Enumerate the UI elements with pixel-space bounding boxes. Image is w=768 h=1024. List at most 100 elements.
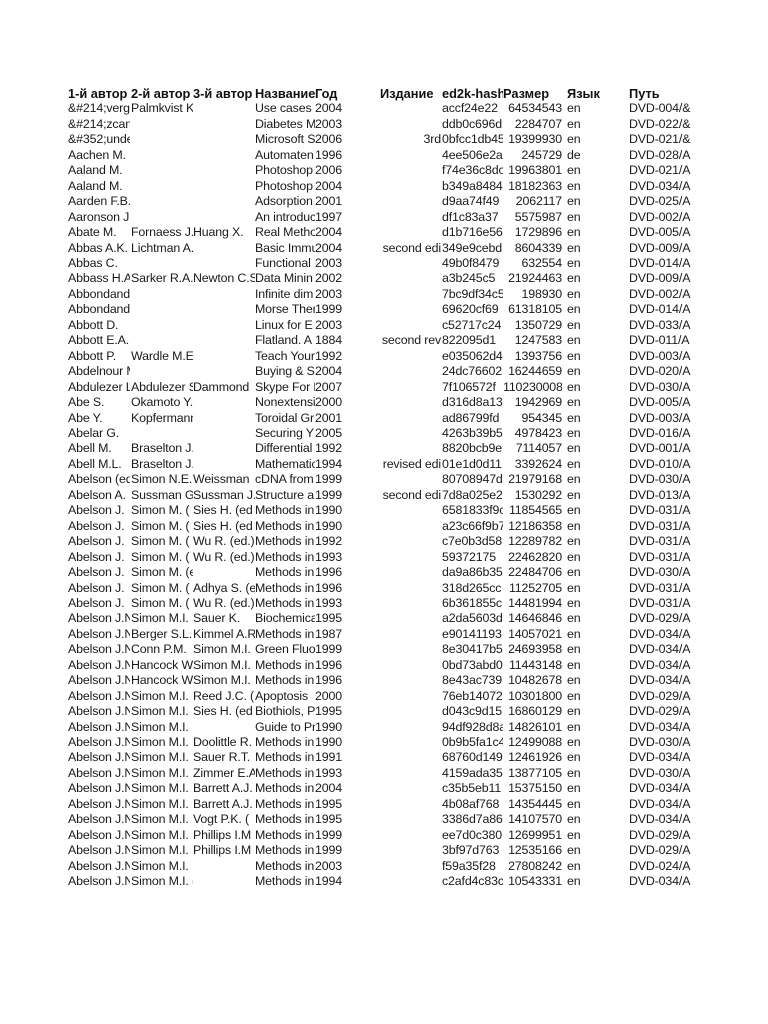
- cell-size[interactable]: 27808242: [503, 859, 562, 874]
- cell-author1[interactable]: Abelson J.: [68, 519, 130, 534]
- cell-edition[interactable]: [380, 256, 441, 271]
- cell-year[interactable]: 2006: [315, 132, 347, 147]
- cell-author1[interactable]: Abelson J.: [68, 565, 130, 580]
- cell-edition[interactable]: [380, 797, 441, 812]
- cell-author2[interactable]: Okamoto Y.: [131, 395, 193, 410]
- cell-size[interactable]: 15375150: [503, 781, 562, 796]
- cell-language[interactable]: en: [567, 302, 627, 317]
- cell-ed2k-hash[interactable]: 68760d149: [442, 750, 503, 765]
- cell-author1[interactable]: Abbondandolo A.: [68, 287, 130, 302]
- cell-edition[interactable]: [380, 673, 441, 688]
- cell-author2[interactable]: [131, 287, 193, 302]
- cell-path[interactable]: DVD-033/A: [629, 318, 693, 333]
- cell-author3[interactable]: [193, 395, 255, 410]
- cell-size[interactable]: 10543331: [503, 874, 562, 889]
- cell-year[interactable]: 1993: [315, 596, 347, 611]
- cell-edition[interactable]: [380, 766, 441, 781]
- cell-title[interactable]: Real Metho: [255, 225, 315, 240]
- cell-year[interactable]: 1994: [315, 457, 347, 472]
- cell-edition[interactable]: 3rd: [380, 132, 441, 147]
- cell-title[interactable]: Biothiols, P: [255, 704, 315, 719]
- cell-size[interactable]: 14057021: [503, 627, 562, 642]
- cell-size[interactable]: 632554: [503, 256, 562, 271]
- cell-language[interactable]: de: [567, 148, 627, 163]
- cell-ed2k-hash[interactable]: f74e36c8dc: [442, 163, 503, 178]
- cell-path[interactable]: DVD-009/A: [629, 271, 693, 286]
- cell-title[interactable]: Securing Y: [255, 426, 315, 441]
- header-edition[interactable]: Издание: [380, 86, 441, 101]
- cell-language[interactable]: en: [567, 380, 627, 395]
- cell-ed2k-hash[interactable]: c7e0b3d58: [442, 534, 503, 549]
- cell-size[interactable]: 19963801: [503, 163, 562, 178]
- cell-language[interactable]: en: [567, 565, 627, 580]
- header-title[interactable]: Название: [255, 86, 315, 101]
- cell-language[interactable]: en: [567, 642, 627, 657]
- cell-edition[interactable]: [380, 380, 441, 395]
- cell-year[interactable]: 1995: [315, 611, 347, 626]
- cell-author1[interactable]: Abelson J.N: [68, 627, 130, 642]
- cell-author2[interactable]: Wardle M.E.: [131, 349, 193, 364]
- cell-author2[interactable]: Braselton J.: [131, 441, 193, 456]
- cell-year[interactable]: 1992: [315, 534, 347, 549]
- cell-size[interactable]: 12461926: [503, 750, 562, 765]
- cell-ed2k-hash[interactable]: 318d265cc: [442, 581, 503, 596]
- cell-author2[interactable]: [131, 194, 193, 209]
- cell-author1[interactable]: Abelson J.N: [68, 781, 130, 796]
- cell-edition[interactable]: [380, 287, 441, 302]
- cell-edition[interactable]: [380, 689, 441, 704]
- cell-year[interactable]: 2004: [315, 101, 347, 116]
- cell-year[interactable]: 2002: [315, 271, 347, 286]
- cell-language[interactable]: en: [567, 766, 627, 781]
- cell-edition[interactable]: [380, 534, 441, 549]
- cell-size[interactable]: 5575987: [503, 210, 562, 225]
- cell-title[interactable]: Flatland. A: [255, 333, 315, 348]
- cell-language[interactable]: en: [567, 534, 627, 549]
- cell-language[interactable]: en: [567, 318, 627, 333]
- cell-ed2k-hash[interactable]: 0bfcc1db45: [442, 132, 503, 147]
- cell-ed2k-hash[interactable]: b349a8484: [442, 179, 503, 194]
- cell-author1[interactable]: Abelson A.: [68, 488, 130, 503]
- cell-language[interactable]: en: [567, 194, 627, 209]
- cell-author3[interactable]: [193, 411, 255, 426]
- cell-year[interactable]: 2005: [315, 426, 347, 441]
- cell-author3[interactable]: Sauer R.T.: [193, 750, 255, 765]
- cell-year[interactable]: 1996: [315, 658, 347, 673]
- cell-ed2k-hash[interactable]: d043c9d15: [442, 704, 503, 719]
- cell-author1[interactable]: Abbas A.K.: [68, 241, 130, 256]
- cell-edition[interactable]: [380, 225, 441, 240]
- cell-author2[interactable]: Simon M.I.: [131, 781, 193, 796]
- cell-author3[interactable]: [193, 148, 255, 163]
- cell-author2[interactable]: Simon M. (: [131, 596, 193, 611]
- cell-title[interactable]: Methods in: [255, 503, 315, 518]
- cell-ed2k-hash[interactable]: 3386d7a86: [442, 812, 503, 827]
- cell-edition[interactable]: [380, 318, 441, 333]
- header-ed2k-hash[interactable]: ed2k-hash: [442, 86, 503, 101]
- cell-title[interactable]: cDNA from: [255, 472, 315, 487]
- cell-path[interactable]: DVD-034/A: [629, 874, 693, 889]
- cell-author2[interactable]: [131, 210, 193, 225]
- cell-path[interactable]: DVD-031/A: [629, 519, 693, 534]
- cell-edition[interactable]: [380, 874, 441, 889]
- cell-author1[interactable]: Aachen M.: [68, 148, 130, 163]
- cell-title[interactable]: Methods in: [255, 781, 315, 796]
- cell-ed2k-hash[interactable]: da9a86b35: [442, 565, 503, 580]
- cell-size[interactable]: 22484706: [503, 565, 562, 580]
- cell-title[interactable]: Morse Ther: [255, 302, 315, 317]
- cell-language[interactable]: en: [567, 457, 627, 472]
- cell-author1[interactable]: Abelson J.N: [68, 689, 130, 704]
- cell-size[interactable]: 954345: [503, 411, 562, 426]
- cell-author3[interactable]: [193, 241, 255, 256]
- cell-author1[interactable]: &#214;verg: [68, 101, 130, 116]
- cell-author3[interactable]: [193, 302, 255, 317]
- cell-author3[interactable]: Sauer K.: [193, 611, 255, 626]
- cell-author3[interactable]: Adhya S. (e: [193, 581, 255, 596]
- cell-author1[interactable]: Abate M.: [68, 225, 130, 240]
- cell-author1[interactable]: Abbondandolo A.: [68, 302, 130, 317]
- cell-author2[interactable]: Simon M.I.: [131, 611, 193, 626]
- cell-year[interactable]: 1999: [315, 642, 347, 657]
- cell-ed2k-hash[interactable]: e035062d4: [442, 349, 503, 364]
- cell-author2[interactable]: Simon M.I.: [131, 720, 193, 735]
- cell-ed2k-hash[interactable]: a23c66f9b7: [442, 519, 503, 534]
- cell-language[interactable]: en: [567, 689, 627, 704]
- cell-language[interactable]: en: [567, 364, 627, 379]
